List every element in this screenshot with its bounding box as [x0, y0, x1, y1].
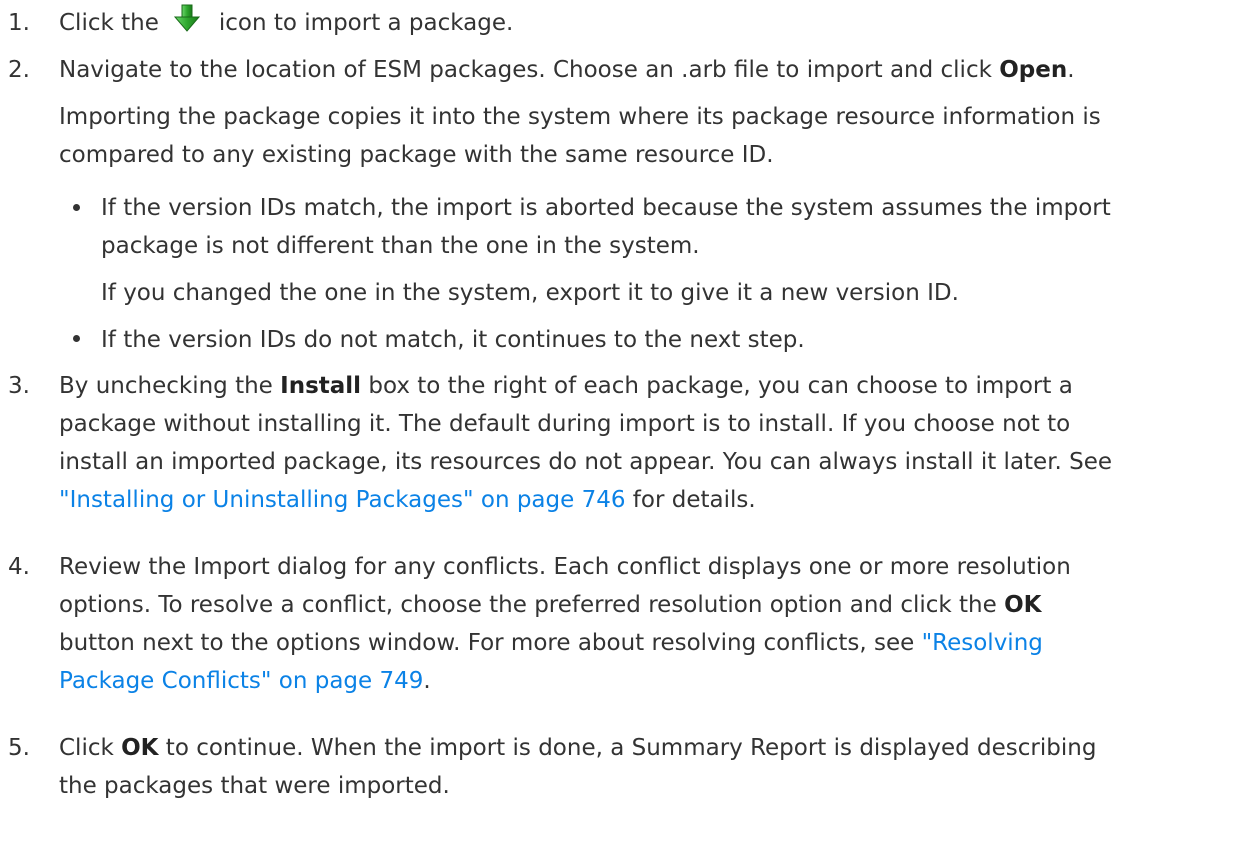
step-4-period: . — [423, 668, 431, 694]
step-number: 5. — [8, 735, 30, 761]
paragraph-line: compared to any existing package with th… — [59, 142, 774, 168]
step-4-line: Review the Import dialog for any conflic… — [59, 554, 1071, 580]
bullet-dot — [73, 204, 80, 211]
step-4-text: Review the Import dialog for any conflic… — [59, 548, 1237, 700]
bullet-line: package is not different than the one in… — [101, 233, 700, 259]
step-5-line: the packages that were imported. — [59, 773, 450, 799]
bullet-line: If the version IDs match, the import is … — [101, 195, 1111, 221]
step-5-text-before: Click — [59, 735, 122, 761]
procedure-document: 1. Click the icon to import a package. 2… — [0, 0, 1250, 861]
resolving-conflicts-link[interactable]: "Resolving — [922, 630, 1043, 656]
step-1-text: Click the icon to import a package. — [59, 4, 1237, 42]
step-3-text-after: box to the right of each package, you ca… — [361, 373, 1073, 399]
resolving-conflicts-link-cont[interactable]: Package Conflicts" on page 749 — [59, 668, 423, 694]
bullet-dot — [73, 335, 80, 342]
step-3-text-before: By unchecking the — [59, 373, 281, 399]
step-number: 2. — [8, 57, 30, 83]
bullet-note: If you changed the one in the system, ex… — [101, 280, 959, 306]
step-2-period: . — [1067, 57, 1075, 83]
bullet-item-1: If the version IDs match, the import is … — [101, 189, 1237, 265]
step-3-text-end: for details. — [625, 487, 756, 513]
step-number: 4. — [8, 554, 30, 580]
step-2-text: Navigate to the location of ESM packages… — [59, 51, 1237, 89]
bullet-item-1-note: If you changed the one in the system, ex… — [101, 274, 1237, 312]
step-3-text: By unchecking the Install box to the rig… — [59, 367, 1237, 519]
bullet-item-2: If the version IDs do not match, it cont… — [101, 321, 1237, 359]
paragraph-line: Importing the package copies it into the… — [59, 104, 1101, 130]
open-label: Open — [999, 57, 1068, 83]
ok-label: OK — [121, 735, 159, 761]
step-4-text-before: options. To resolve a conflict, choose t… — [59, 592, 1005, 618]
step-1-text-after: icon to import a package. — [218, 10, 514, 36]
bullet-line: If the version IDs do not match, it cont… — [101, 327, 805, 353]
step-5-text-after: to continue. When the import is done, a … — [158, 735, 1097, 761]
step-1-text-before: Click the — [59, 10, 159, 36]
step-4-text-before-link: button next to the options window. For m… — [59, 630, 922, 656]
step-3-line: package without installing it. The defau… — [59, 411, 1071, 437]
step-2-instruction: Navigate to the location of ESM packages… — [59, 57, 1000, 83]
step-3-line: install an imported package, its resourc… — [59, 449, 1113, 475]
step-5-text: Click OK to continue. When the import is… — [59, 729, 1237, 805]
install-label: Install — [280, 373, 362, 399]
step-number: 1. — [8, 10, 30, 36]
step-2-paragraph: Importing the package copies it into the… — [59, 98, 1237, 174]
installing-packages-link[interactable]: "Installing or Uninstalling Packages" on… — [59, 487, 626, 513]
import-package-icon — [173, 4, 200, 32]
ok-label: OK — [1004, 592, 1042, 618]
step-number: 3. — [8, 373, 30, 399]
